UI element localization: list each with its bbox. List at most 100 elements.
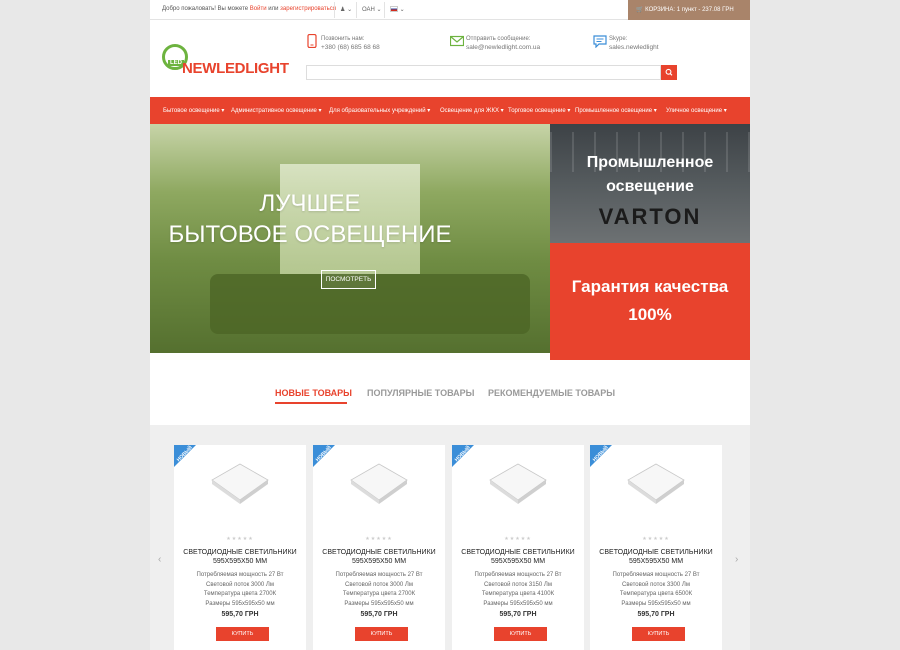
quality-banner-line2: 100% xyxy=(628,305,672,324)
contact-value[interactable]: sales.newledlight xyxy=(609,44,659,51)
page: Добро пожаловать! Вы можете Войти или за… xyxy=(150,0,750,650)
product-title[interactable]: СВЕТОДИОДНЫЕ СВЕТИЛЬНИКИ 595Х595Х50 ММ xyxy=(174,548,306,566)
skype-icon xyxy=(593,35,607,48)
buy-button[interactable]: КУПИТЬ xyxy=(494,627,547,641)
contact-label: Skype: xyxy=(609,36,628,42)
nav-item-administrative[interactable]: Административное освещение ▾ xyxy=(231,107,322,114)
panel-light-image[interactable] xyxy=(349,462,409,506)
top-bar: Добро пожаловать! Вы можете Войти или за… xyxy=(150,0,750,20)
language-dropdown[interactable]: ⌄ xyxy=(390,6,405,13)
nav-item-retail[interactable]: Торговое освещение ▾ xyxy=(508,107,570,114)
logo[interactable]: LED NEWLEDLIGHT xyxy=(162,44,302,80)
product-desc-power: Потребляемая мощность 27 Вт xyxy=(474,572,562,578)
panel-light-image[interactable] xyxy=(210,462,270,506)
buy-button[interactable]: КУПИТЬ xyxy=(632,627,685,641)
product-desc-power: Потребляемая мощность 27 Вт xyxy=(196,572,284,578)
cart-button[interactable]: 🛒 КОРЗИНА: 1 пункт - 237.08 ГРН xyxy=(628,0,750,20)
product-desc-flux: Световой поток 3000 Лм xyxy=(206,581,274,588)
or-label: или xyxy=(268,6,279,12)
buy-button[interactable]: КУПИТЬ xyxy=(216,627,269,641)
cart-summary: КОРЗИНА: 1 пункт - 237.08 ГРН xyxy=(645,7,734,13)
product-price: 595,70 ГРН xyxy=(637,611,675,618)
product-title-line2: 595Х595Х50 ММ xyxy=(351,558,407,565)
product-desc-flux: Световой поток 3300 Лм xyxy=(622,581,690,588)
nav-item-industrial[interactable]: Промышленное освещение ▾ xyxy=(575,107,657,114)
product-title-line2: 595Х595Х50 ММ xyxy=(490,558,546,565)
hero-window-image xyxy=(280,164,420,274)
panel-light-image[interactable] xyxy=(488,462,548,506)
carousel-next-button[interactable]: › xyxy=(735,554,738,565)
login-link[interactable]: Войти xyxy=(250,6,267,12)
product-title-line1: СВЕТОДИОДНЫЕ СВЕТИЛЬНИКИ xyxy=(322,549,436,556)
tab-recommended-products[interactable]: РЕКОМЕНДУЕМЫЕ ТОВАРЫ xyxy=(488,388,615,398)
product-title[interactable]: СВЕТОДИОДНЫЕ СВЕТИЛЬНИКИ 595Х595Х50 ММ xyxy=(452,548,584,566)
contact-value[interactable]: sale@newledlight.com.ua xyxy=(466,44,540,51)
product-price: 595,70 ГРН xyxy=(499,611,537,618)
product-title-line2: 595Х595Х50 ММ xyxy=(212,558,268,565)
quality-banner[interactable]: Гарантия качества 100% xyxy=(550,243,750,360)
product-desc-flux: Световой поток 3000 Лм xyxy=(345,581,413,588)
buy-button[interactable]: КУПИТЬ xyxy=(355,627,408,641)
tab-new-products[interactable]: НОВЫЕ ТОВАРЫ xyxy=(275,388,352,398)
product-price: 595,70 ГРН xyxy=(360,611,398,618)
product-title-line1: СВЕТОДИОДНЫЕ СВЕТИЛЬНИКИ xyxy=(461,549,575,556)
contact-value[interactable]: +380 (68) 685 68 68 xyxy=(321,44,380,51)
product-desc-power: Потребляемая мощность 27 Вт xyxy=(335,572,423,578)
search-input[interactable] xyxy=(306,65,661,80)
phone-icon xyxy=(307,34,317,48)
industrial-banner[interactable]: Промышленное освещение VARTON xyxy=(550,124,750,243)
product-title-line1: СВЕТОДИОДНЫЕ СВЕТИЛЬНИКИ xyxy=(599,549,713,556)
product-card[interactable]: НОВЫЙ ★★★★★ СВЕТОДИОДНЫЕ СВЕТИЛЬНИКИ 595… xyxy=(452,445,584,650)
contact-label: Позвонить нам: xyxy=(321,36,365,42)
product-title-line2: 595Х595Х50 ММ xyxy=(628,558,684,565)
welcome-text: Добро пожаловать! Вы можете Войти или за… xyxy=(162,6,336,12)
cart-icon: 🛒 xyxy=(636,7,644,13)
contact-label: Отправить сообщение: xyxy=(466,36,531,42)
nav-item-education[interactable]: Для образовательных учреждений ▾ xyxy=(329,107,430,114)
product-desc-size: Размеры 595х595х50 мм xyxy=(483,600,553,607)
product-desc-temp: Температура цвета 2700К xyxy=(342,591,416,597)
product-card[interactable]: НОВЫЙ ★★★★★ СВЕТОДИОДНЫЕ СВЕТИЛЬНИКИ 595… xyxy=(174,445,306,650)
nav-item-household[interactable]: Бытовое освещение ▾ xyxy=(163,107,224,114)
hero-title-line1: ЛУЧШЕЕ xyxy=(259,190,361,217)
nav-item-street[interactable]: Уличное освещение ▾ xyxy=(666,107,727,114)
search-icon xyxy=(665,68,673,76)
divider xyxy=(356,2,357,18)
industrial-banner-line1: Промышленное xyxy=(586,154,714,171)
product-desc-temp: Температура цвета 4100К xyxy=(481,591,555,597)
product-card[interactable]: НОВЫЙ ★★★★★ СВЕТОДИОДНЫЕ СВЕТИЛЬНИКИ 595… xyxy=(590,445,722,650)
chevron-down-icon: ⌄ xyxy=(347,7,353,13)
panel-light-image[interactable] xyxy=(626,462,686,506)
product-title[interactable]: СВЕТОДИОДНЫЕ СВЕТИЛЬНИКИ 595Х595Х50 ММ xyxy=(590,548,722,566)
rating-stars: ★★★★★ xyxy=(642,536,670,542)
product-description: Потребляемая мощность 27 Вт Световой пот… xyxy=(313,571,445,609)
carousel-prev-button[interactable]: ‹ xyxy=(158,554,161,565)
product-description: Потребляемая мощность 27 Вт Световой пот… xyxy=(590,571,722,609)
rating-stars: ★★★★★ xyxy=(365,536,393,542)
rating-stars: ★★★★★ xyxy=(504,536,532,542)
account-dropdown[interactable]: ♟ ⌄ xyxy=(340,6,352,13)
varton-logo: VARTON xyxy=(598,204,702,229)
hero-banner[interactable]: ЛУЧШЕЕ БЫТОВОЕ ОСВЕЩЕНИЕ ПОСМОТРЕТЬ xyxy=(150,124,550,353)
product-title[interactable]: СВЕТОДИОДНЫЕ СВЕТИЛЬНИКИ 595Х595Х50 ММ xyxy=(313,548,445,566)
product-desc-power: Потребляемая мощность 27 Вт xyxy=(612,572,700,578)
main-nav: Бытовое освещение ▾ Административное осв… xyxy=(150,97,750,124)
hero-view-button[interactable]: ПОСМОТРЕТЬ xyxy=(321,270,376,289)
product-title-line1: СВЕТОДИОДНЫЕ СВЕТИЛЬНИКИ xyxy=(183,549,297,556)
currency-dropdown[interactable]: ОАН ⌄ xyxy=(362,6,382,13)
tab-popular-products[interactable]: ПОПУЛЯРНЫЕ ТОВАРЫ xyxy=(367,388,474,398)
product-desc-temp: Температура цвета 6500К xyxy=(619,591,693,597)
product-desc-size: Размеры 595х595х50 мм xyxy=(344,600,414,607)
industrial-banner-line2: освещение xyxy=(606,178,694,195)
register-link[interactable]: зарегистрироваться xyxy=(280,6,336,12)
product-card[interactable]: НОВЫЙ ★★★★★ СВЕТОДИОДНЫЕ СВЕТИЛЬНИКИ 595… xyxy=(313,445,445,650)
product-description: Потребляемая мощность 27 Вт Световой пот… xyxy=(452,571,584,609)
search-button[interactable] xyxy=(661,65,677,80)
flag-ru-icon xyxy=(390,6,398,12)
hero-title-line2: БЫТОВОЕ ОСВЕЩЕНИЕ xyxy=(168,221,452,248)
product-desc-flux: Световой поток 3150 Лм xyxy=(484,581,552,588)
user-icon: ♟ xyxy=(340,7,346,13)
nav-item-housing[interactable]: Освещение для ЖКХ ▾ xyxy=(440,107,504,114)
chevron-down-icon: ⌄ xyxy=(399,7,405,13)
active-tab-indicator xyxy=(275,402,347,404)
